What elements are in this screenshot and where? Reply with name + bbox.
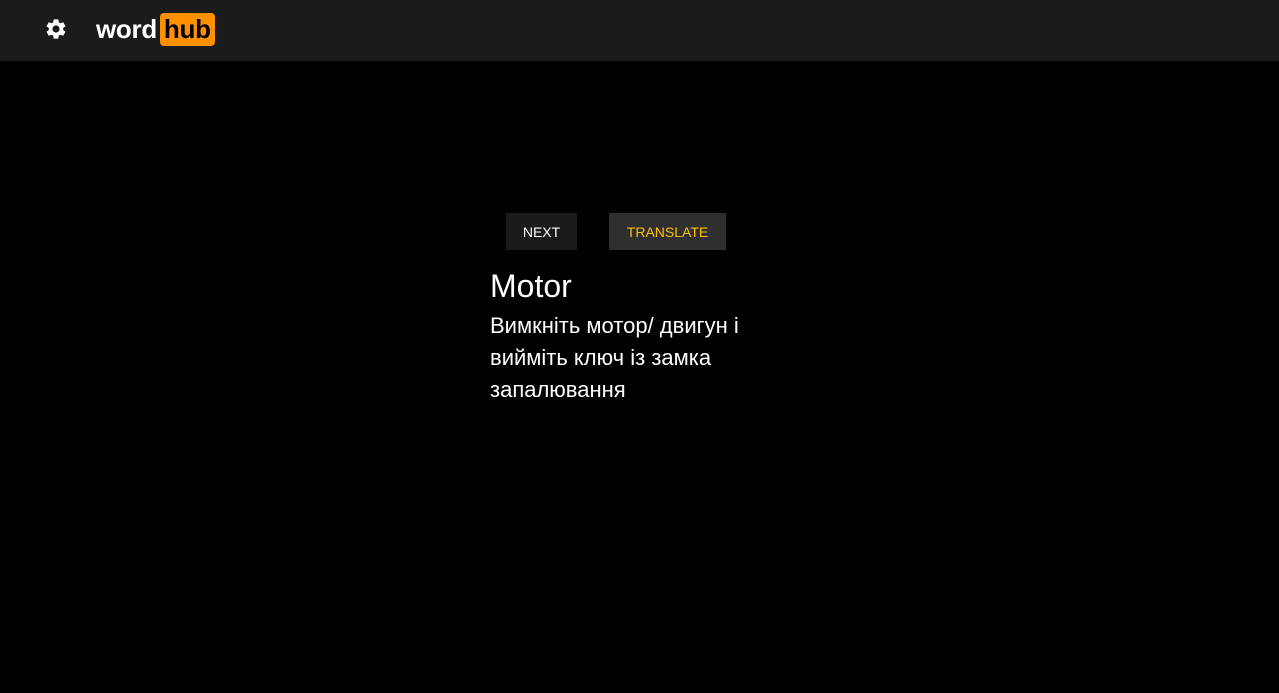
settings-button[interactable] [44,17,68,41]
top-bar: word hub [0,0,1279,61]
logo-hub-badge: hub [159,12,215,46]
next-button[interactable]: NEXT [506,213,577,250]
logo[interactable]: word hub [96,12,215,46]
translation-text: Вимкніть мотор/ двигун і вийміть ключ із… [490,313,739,402]
word-card: Motor Вимкніть мотор/ двигун і вийміть к… [490,266,790,406]
gear-icon [44,17,68,41]
main-content: NEXT TRANSLATE Motor Вимкніть мотор/ дви… [0,61,1279,693]
logo-word: word [96,14,157,44]
translate-button[interactable]: TRANSLATE [609,213,726,250]
word-title: Motor [490,268,572,304]
